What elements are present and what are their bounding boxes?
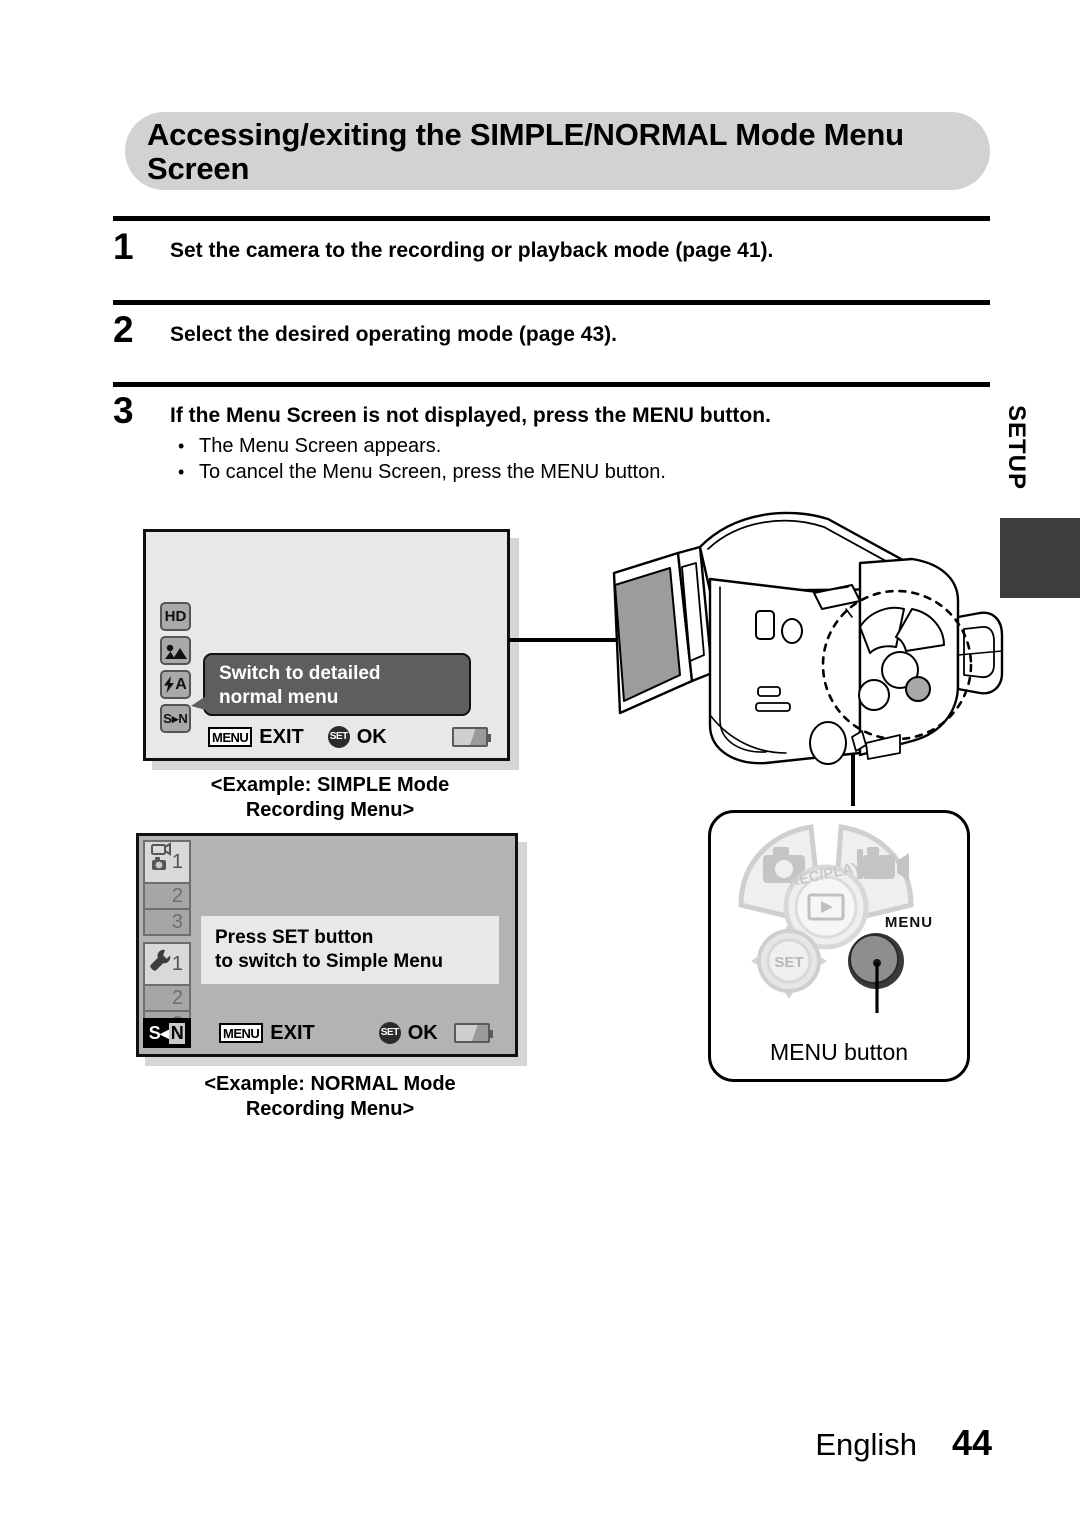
hint-panel-normal: Press SET button to switch to Simple Men… (201, 916, 499, 984)
step-number-3: 3 (113, 390, 134, 431)
sidebar-item-recording-2[interactable]: 2 (143, 882, 191, 910)
exit-label: EXIT (259, 726, 304, 748)
menu-tag-icon: MENU (208, 727, 253, 747)
sidebar-item-setup-1[interactable]: 1 (143, 942, 191, 986)
step-number-2: 2 (113, 309, 134, 350)
exit-label: EXIT (270, 1022, 315, 1044)
camera-video-icon (149, 842, 173, 882)
hint-balloon-simple: Switch to detailed normal menu (191, 653, 471, 716)
caption-normal-mode: <Example: NORMAL Mode Recording Menu> (150, 1072, 510, 1122)
step-divider-2 (113, 300, 990, 305)
step-3-bullet-2: To cancel the Menu Screen, press the MEN… (199, 461, 666, 483)
ok-label: OK (356, 726, 387, 748)
bullet-marker: • (178, 436, 185, 456)
battery-icon (452, 727, 491, 747)
sidebar-item-recording-3[interactable]: 3 (143, 908, 191, 936)
set-tag-icon: SET (378, 1022, 401, 1044)
wrench-icon (149, 948, 173, 980)
hd-icon-label: HD (164, 608, 187, 625)
balloon-line-2: normal menu (219, 687, 339, 708)
footer-page-number: 44 (951, 1422, 992, 1463)
set-tag-icon: SET (327, 726, 350, 748)
scene-icon-glyph (164, 644, 187, 659)
section-tab-marker (1000, 518, 1080, 598)
flash-bolt-icon (164, 676, 175, 693)
sidebar-label-recording-3: 3 (171, 910, 183, 933)
sn-tab-right-label: N (168, 1022, 186, 1044)
flash-auto-label: A (175, 675, 187, 693)
battery-icon (454, 1023, 493, 1043)
caption-simple-mode: <Example: SIMPLE Mode Recording Menu> (150, 773, 510, 823)
step-divider-3 (113, 382, 990, 387)
sidebar-item-setup-2[interactable]: 2 (143, 984, 191, 1012)
caption-simple-line-1: <Example: SIMPLE Mode (210, 774, 450, 796)
sn-tab-left-label: S (148, 1022, 161, 1043)
set-label: SET (774, 954, 803, 971)
normal-message-line-2: to switch to Simple Menu (215, 951, 444, 972)
step-number-1: 1 (113, 226, 134, 267)
step-divider-1 (113, 216, 990, 221)
section-tab-setup-label: SETUP (1003, 405, 1030, 491)
sidebar-label-setup-2: 2 (171, 986, 183, 1009)
caption-simple-line-2: Recording Menu> (245, 799, 415, 821)
sidebar-label-recording-2: 2 (171, 884, 183, 907)
lcd-screen-normal-mode: 1 2 3 1 2 3 Press SET button to switch t… (136, 833, 518, 1057)
hd-icon: HD (160, 602, 191, 631)
camera-illustration (612, 511, 1004, 765)
normal-message-line-1: Press SET button (215, 927, 374, 948)
menu-button-text: MENU (885, 914, 933, 931)
sidebar-item-recording-1[interactable]: 1 (143, 840, 191, 884)
page-title: Accessing/exiting the SIMPLE/NORMAL Mode… (147, 117, 904, 186)
lcd-screen-simple-mode: HD A S▸N Switch to detailed normal menu … (143, 529, 510, 761)
sn-tab-arrow: ◂ (160, 1022, 169, 1043)
menu-button-callout: REC/PLAY SET MENU MENU button (708, 810, 970, 1082)
step-text-2: Select the desired operating mode (page … (170, 323, 617, 346)
control-pad-diagram: REC/PLAY SET MENU (738, 824, 933, 1013)
sidebar-label-recording-1: 1 (171, 850, 183, 873)
normal-to-simple-icon[interactable]: S ◂ N (143, 1018, 191, 1048)
balloon-line-1: Switch to detailed (219, 663, 381, 684)
step-text-3: If the Menu Screen is not displayed, pre… (170, 404, 771, 427)
step-text-1: Set the camera to the recording or playb… (170, 239, 774, 262)
page-title-banner: Accessing/exiting the SIMPLE/NORMAL Mode… (125, 112, 990, 190)
flash-auto-icon: A (160, 670, 191, 699)
footer-language: English (815, 1427, 917, 1462)
sidebar-label-setup-1: 1 (171, 952, 183, 975)
scene-icon (160, 636, 191, 665)
lcd-bottom-bar-simple: MENU EXIT SET OK (146, 722, 507, 752)
step-3-bullet-1: The Menu Screen appears. (199, 435, 442, 457)
ok-label: OK (407, 1022, 438, 1044)
caption-normal-line-2: Recording Menu> (245, 1098, 415, 1120)
lcd-bottom-bar-normal: MENU EXIT SET OK (199, 1018, 507, 1048)
bullet-marker: • (178, 462, 185, 482)
caption-normal-line-1: <Example: NORMAL Mode (204, 1073, 456, 1095)
menu-tag-icon: MENU (219, 1023, 264, 1043)
menu-button-caption: MENU button (769, 1039, 909, 1065)
